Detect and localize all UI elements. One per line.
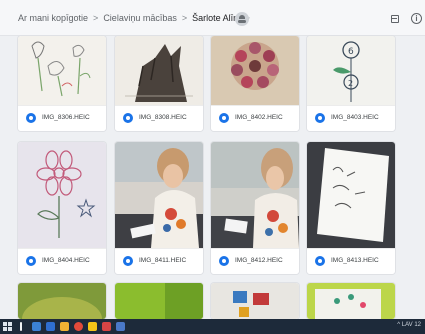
image-file-icon: [123, 113, 133, 123]
file-card[interactable]: 6 2 IMG_8403.HEIC: [307, 36, 395, 131]
file-caption: IMG_8411.HEIC: [115, 248, 203, 274]
image-file-icon: [123, 256, 133, 266]
people-icon[interactable]: [235, 12, 249, 26]
file-thumbnail: [211, 283, 299, 319]
file-name: IMG_8402.HEIC: [235, 114, 283, 121]
image-file-icon: [26, 113, 36, 123]
file-name: IMG_8306.HEIC: [42, 114, 90, 121]
file-name: IMG_8413.HEIC: [331, 257, 379, 264]
file-card[interactable]: IMG_8308.HEIC: [115, 36, 203, 131]
file-thumbnail: [18, 36, 106, 105]
file-card[interactable]: IMG_8412.HEIC: [211, 142, 299, 274]
file-name: IMG_8404.HEIC: [42, 257, 90, 264]
system-tray[interactable]: ^ LAV 12: [397, 322, 421, 328]
breadcrumb-separator: >: [93, 13, 99, 23]
app-icon[interactable]: [116, 322, 125, 331]
app-icon[interactable]: [102, 322, 111, 331]
file-name: IMG_8412.HEIC: [235, 257, 283, 264]
file-caption: IMG_8403.HEIC: [307, 105, 395, 131]
file-card[interactable]: IMG_8306.HEIC: [18, 36, 106, 131]
file-caption: IMG_8402.HEIC: [211, 105, 299, 131]
file-card[interactable]: [307, 283, 395, 319]
file-thumbnail: 6 2: [307, 36, 395, 105]
taskbar: ^ LAV 12: [0, 319, 425, 334]
breadcrumb-item-folder[interactable]: Cielaviņu mācības: [103, 13, 177, 23]
image-file-icon: [219, 256, 229, 266]
search-icon[interactable]: [20, 322, 22, 331]
file-caption: IMG_8413.HEIC: [307, 248, 395, 274]
chrome-icon[interactable]: [74, 322, 83, 331]
app-icon[interactable]: [88, 322, 97, 331]
file-caption: IMG_8308.HEIC: [115, 105, 203, 131]
breadcrumb-item-shared-with-me[interactable]: Ar mani kopīgotie: [18, 13, 88, 23]
file-thumbnail: [211, 36, 299, 105]
start-icon[interactable]: [3, 322, 12, 331]
breadcrumb: Ar mani kopīgotie > Cielaviņu mācības > Šarl…: [18, 13, 250, 23]
file-name: IMG_8308.HEIC: [139, 114, 187, 121]
file-thumbnail: [115, 142, 203, 248]
file-thumbnail: [18, 142, 106, 248]
file-thumbnail: [115, 283, 203, 319]
file-card[interactable]: IMG_8411.HEIC: [115, 142, 203, 274]
list-view-icon[interactable]: [391, 15, 399, 23]
header-bar: Ar mani kopīgotie > Cielaviņu mācības > Šarl…: [0, 0, 425, 36]
file-name: IMG_8411.HEIC: [139, 257, 187, 264]
file-thumbnail: [307, 142, 395, 248]
file-card[interactable]: IMG_8413.HEIC: [307, 142, 395, 274]
image-file-icon: [315, 113, 325, 123]
info-icon[interactable]: i: [411, 13, 422, 24]
file-caption: IMG_8404.HEIC: [18, 248, 106, 274]
edge-icon[interactable]: [46, 322, 55, 331]
file-thumbnail: [115, 36, 203, 105]
file-caption: IMG_8412.HEIC: [211, 248, 299, 274]
file-card[interactable]: IMG_8402.HEIC: [211, 36, 299, 131]
file-card[interactable]: [115, 283, 203, 319]
file-caption: IMG_8306.HEIC: [18, 105, 106, 131]
image-file-icon: [219, 113, 229, 123]
image-file-icon: [26, 256, 36, 266]
file-card[interactable]: [18, 283, 106, 319]
file-name: IMG_8403.HEIC: [331, 114, 379, 121]
file-explorer-icon[interactable]: [60, 322, 69, 331]
file-thumbnail: [211, 142, 299, 248]
svg-text:6: 6: [348, 47, 354, 57]
file-card[interactable]: IMG_8404.HEIC: [18, 142, 106, 274]
file-card[interactable]: [211, 283, 299, 319]
task-view-icon[interactable]: [32, 322, 41, 331]
file-thumbnail: [307, 283, 395, 319]
file-thumbnail: [18, 283, 106, 319]
breadcrumb-separator: >: [181, 13, 188, 23]
image-file-icon: [315, 256, 325, 266]
